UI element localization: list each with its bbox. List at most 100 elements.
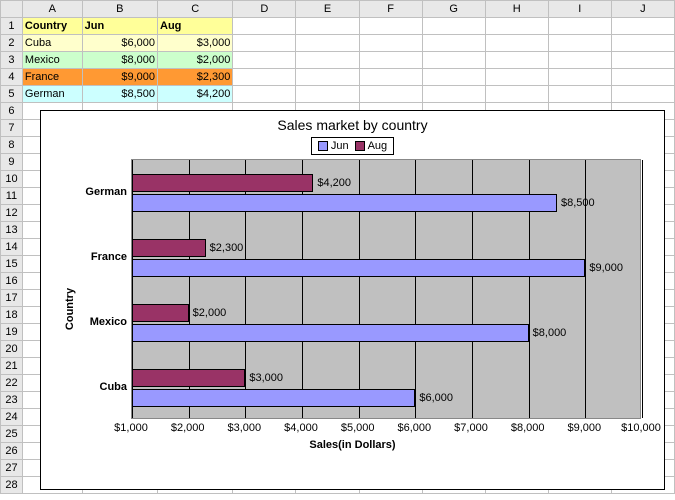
chart-xlabel: Sales(in Dollars) xyxy=(53,439,652,451)
row-header[interactable]: 20 xyxy=(1,341,23,358)
cell[interactable] xyxy=(233,35,296,52)
x-tick-label: $6,000 xyxy=(398,422,432,434)
cell[interactable]: France xyxy=(22,69,82,86)
row-header[interactable]: 4 xyxy=(1,69,23,86)
row-header[interactable]: 16 xyxy=(1,273,23,290)
cell[interactable] xyxy=(422,69,485,86)
cell[interactable] xyxy=(296,18,359,35)
row-header[interactable]: 8 xyxy=(1,137,23,154)
row-header[interactable]: 17 xyxy=(1,290,23,307)
row-header[interactable]: 9 xyxy=(1,154,23,171)
cell[interactable] xyxy=(485,86,548,103)
row-header[interactable]: 6 xyxy=(1,103,23,120)
cell[interactable]: $2,300 xyxy=(158,69,233,86)
col-header[interactable]: E xyxy=(296,1,359,18)
cell[interactable] xyxy=(548,52,611,69)
cell[interactable]: Mexico xyxy=(22,52,82,69)
row-header[interactable]: 5 xyxy=(1,86,23,103)
row-header[interactable]: 21 xyxy=(1,358,23,375)
cell[interactable] xyxy=(233,52,296,69)
cell[interactable] xyxy=(611,35,674,52)
row-header[interactable]: 14 xyxy=(1,239,23,256)
cell[interactable] xyxy=(233,69,296,86)
cell[interactable] xyxy=(296,35,359,52)
cell[interactable]: $3,000 xyxy=(158,35,233,52)
cell[interactable] xyxy=(359,86,422,103)
category-label: German xyxy=(67,186,127,198)
col-header[interactable]: I xyxy=(548,1,611,18)
row-header[interactable]: 23 xyxy=(1,392,23,409)
col-header[interactable]: H xyxy=(485,1,548,18)
cell[interactable] xyxy=(422,18,485,35)
row-header[interactable]: 11 xyxy=(1,188,23,205)
x-tick-label: $3,000 xyxy=(228,422,262,434)
row-header[interactable]: 28 xyxy=(1,477,23,494)
cell[interactable] xyxy=(548,69,611,86)
cell[interactable] xyxy=(611,86,674,103)
cell[interactable]: Cuba xyxy=(22,35,82,52)
col-header[interactable]: J xyxy=(611,1,674,18)
cell[interactable] xyxy=(296,69,359,86)
cell[interactable] xyxy=(548,18,611,35)
col-header[interactable]: F xyxy=(359,1,422,18)
cell[interactable] xyxy=(359,69,422,86)
cell[interactable] xyxy=(359,18,422,35)
cell[interactable] xyxy=(548,86,611,103)
cell[interactable] xyxy=(485,18,548,35)
row-header[interactable]: 2 xyxy=(1,35,23,52)
row-header[interactable]: 25 xyxy=(1,426,23,443)
cell[interactable]: Jun xyxy=(82,18,157,35)
cell[interactable]: $9,000 xyxy=(82,69,157,86)
row-header[interactable]: 26 xyxy=(1,443,23,460)
bar-label: $3,000 xyxy=(249,372,283,384)
cell[interactable] xyxy=(296,52,359,69)
cell[interactable]: Aug xyxy=(158,18,233,35)
col-header[interactable]: D xyxy=(233,1,296,18)
bar xyxy=(132,324,529,342)
cell[interactable]: $6,000 xyxy=(82,35,157,52)
row-header[interactable]: 10 xyxy=(1,171,23,188)
cell[interactable] xyxy=(611,52,674,69)
chart[interactable]: Sales market by country Jun Aug Country … xyxy=(40,110,665,490)
cell[interactable] xyxy=(422,52,485,69)
cell[interactable] xyxy=(296,86,359,103)
cell[interactable] xyxy=(548,35,611,52)
col-header[interactable]: A xyxy=(22,1,82,18)
row-header[interactable]: 18 xyxy=(1,307,23,324)
col-header[interactable]: C xyxy=(158,1,233,18)
row-header[interactable]: 7 xyxy=(1,120,23,137)
cell[interactable] xyxy=(233,18,296,35)
cell[interactable] xyxy=(422,35,485,52)
col-header[interactable]: G xyxy=(422,1,485,18)
row-header[interactable]: 24 xyxy=(1,409,23,426)
row-header[interactable]: 12 xyxy=(1,205,23,222)
row-header[interactable]: 1 xyxy=(1,18,23,35)
cell[interactable]: $8,000 xyxy=(82,52,157,69)
bar xyxy=(132,369,245,387)
cell[interactable] xyxy=(611,69,674,86)
row-header[interactable]: 19 xyxy=(1,324,23,341)
x-tick-label: $9,000 xyxy=(568,422,602,434)
cell[interactable]: $2,000 xyxy=(158,52,233,69)
cell[interactable]: $4,200 xyxy=(158,86,233,103)
cell[interactable] xyxy=(359,52,422,69)
cell[interactable] xyxy=(359,35,422,52)
cell[interactable] xyxy=(233,86,296,103)
bar-label: $6,000 xyxy=(419,392,453,404)
cell[interactable]: Country xyxy=(22,18,82,35)
row-header[interactable]: 3 xyxy=(1,52,23,69)
cell[interactable]: German xyxy=(22,86,82,103)
cell[interactable] xyxy=(611,18,674,35)
cell[interactable] xyxy=(485,69,548,86)
bar-label: $4,200 xyxy=(317,177,351,189)
row-header[interactable]: 27 xyxy=(1,460,23,477)
row-header[interactable]: 15 xyxy=(1,256,23,273)
cell[interactable]: $8,500 xyxy=(82,86,157,103)
row-header[interactable]: 22 xyxy=(1,375,23,392)
corner-cell[interactable] xyxy=(1,1,23,18)
col-header[interactable]: B xyxy=(82,1,157,18)
row-header[interactable]: 13 xyxy=(1,222,23,239)
cell[interactable] xyxy=(422,86,485,103)
cell[interactable] xyxy=(485,35,548,52)
cell[interactable] xyxy=(485,52,548,69)
